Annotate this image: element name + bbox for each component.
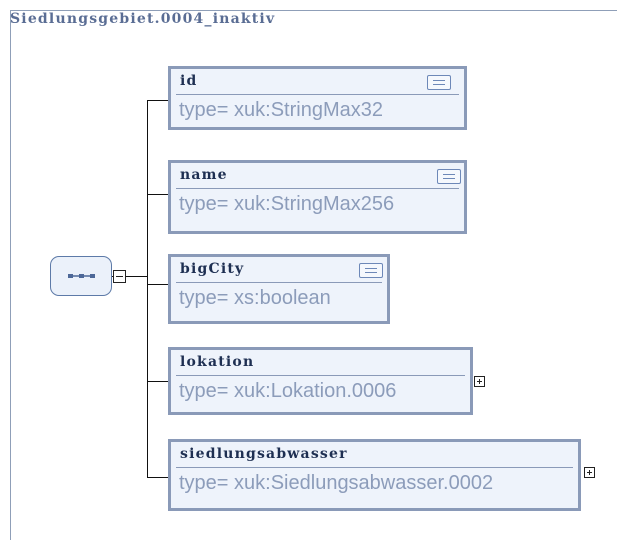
- element-name: lokation: [180, 354, 255, 370]
- element-type: type= xuk:StringMax256: [179, 193, 395, 215]
- element-name: name: [180, 167, 228, 183]
- element-name-field[interactable]: name type= xuk:StringMax256: [168, 160, 467, 234]
- element-type: type= xs:boolean: [179, 287, 331, 309]
- element-divider: [176, 94, 459, 95]
- element-bigcity[interactable]: bigCity type= xs:boolean: [168, 254, 390, 324]
- collapse-toggle-icon[interactable]: [113, 270, 126, 283]
- documentation-icon: [359, 263, 383, 278]
- branch-connector-id: [147, 100, 169, 101]
- element-lokation[interactable]: lokation type= xuk:Lokation.0006: [168, 347, 473, 415]
- element-name: id: [180, 73, 198, 89]
- element-type: type= xuk:Siedlungsabwasser.0002: [179, 472, 494, 494]
- branch-connector-lokation: [147, 381, 169, 382]
- element-name: bigCity: [180, 261, 245, 277]
- element-type: type= xuk:StringMax32: [179, 99, 383, 121]
- element-id[interactable]: id type= xuk:StringMax32: [168, 66, 467, 130]
- documentation-icon: [437, 169, 461, 184]
- sequence-compositor[interactable]: [50, 256, 112, 296]
- branch-connector-bigcity: [147, 284, 169, 285]
- element-divider: [176, 188, 459, 189]
- branch-connector-name: [147, 194, 169, 195]
- branch-connector-siedlungsabwasser: [147, 477, 169, 478]
- element-divider: [176, 282, 382, 283]
- element-divider: [176, 375, 465, 376]
- element-name: siedlungsabwasser: [180, 446, 348, 462]
- expand-toggle-icon[interactable]: [584, 467, 595, 478]
- sequence-icon: [68, 274, 95, 278]
- element-divider: [176, 467, 573, 468]
- documentation-icon: [427, 75, 451, 90]
- expand-toggle-icon[interactable]: [474, 376, 485, 387]
- element-type: type= xuk:Lokation.0006: [179, 380, 397, 402]
- complex-type-title: Siedlungsgebiet.0004_inaktiv: [10, 11, 276, 27]
- toggle-to-trunk-connector: [126, 276, 147, 277]
- element-siedlungsabwasser[interactable]: siedlungsabwasser type= xuk:Siedlungsabw…: [168, 439, 581, 511]
- trunk-connector: [147, 100, 148, 477]
